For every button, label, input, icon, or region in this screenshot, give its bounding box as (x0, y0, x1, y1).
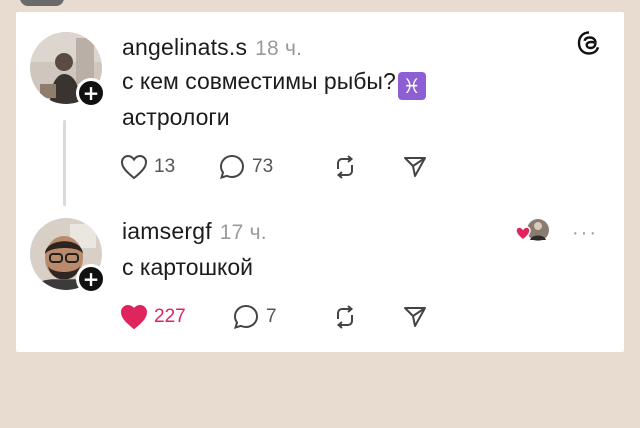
post-author[interactable]: iamsergf 17 ч. (122, 218, 267, 245)
threads-card: + angelinats.s 18 ч. с кем совместимы рыб… (16, 12, 624, 352)
repost-icon (336, 155, 354, 179)
send-icon (404, 157, 426, 177)
like-button[interactable]: 227 (120, 302, 186, 332)
avatar-iamsergf[interactable]: + (30, 218, 106, 294)
post-time: 18 ч. (255, 37, 303, 60)
post-text-line-1: с кем совместимы рыбы? (122, 68, 396, 94)
post-author[interactable]: angelinats.s 18 ч. (122, 34, 302, 61)
avatar-angelinats[interactable]: + (30, 32, 106, 108)
post-text-line-2: астрологи (122, 104, 230, 130)
like-count: 227 (154, 306, 186, 327)
post-actions: 13 73 (120, 152, 440, 182)
reply-button[interactable]: 7 (232, 302, 277, 332)
pisces-emoji-icon: ♓ (397, 72, 426, 100)
top-indicator (20, 0, 64, 6)
reply-count: 7 (266, 306, 277, 327)
username[interactable]: iamsergf (122, 218, 212, 244)
top-strip (0, 0, 640, 12)
liked-by-author-indicator (514, 216, 554, 246)
threads-logo-icon[interactable] (576, 30, 602, 61)
reply-button[interactable]: 73 (218, 152, 273, 182)
share-button[interactable] (402, 302, 428, 332)
post-text-line-1: с картошкой (122, 254, 254, 280)
post-text: с картошкой (122, 250, 253, 284)
thread-connector-line (63, 120, 66, 206)
comment-icon (233, 304, 259, 329)
follow-plus-icon[interactable]: + (76, 78, 106, 108)
repost-button[interactable] (332, 302, 358, 332)
comment-icon (219, 154, 245, 179)
post-time: 17 ч. (219, 221, 267, 244)
like-count: 13 (154, 156, 176, 177)
follow-plus-icon[interactable]: + (76, 264, 106, 294)
repost-button[interactable] (332, 152, 358, 182)
send-icon (404, 307, 426, 327)
heart-icon (120, 154, 148, 180)
like-button[interactable]: 13 (120, 152, 175, 182)
more-options-icon[interactable]: ··· (572, 222, 598, 245)
heart-filled-icon (120, 304, 148, 330)
share-button[interactable] (402, 152, 428, 182)
post-actions: 227 7 (120, 302, 440, 332)
repost-icon (336, 305, 354, 329)
post-text: с кем совместимы рыбы? ♓ астрологи (122, 64, 426, 134)
username[interactable]: angelinats.s (122, 34, 247, 60)
heart-icon (515, 226, 531, 241)
reply-count: 73 (252, 156, 274, 177)
